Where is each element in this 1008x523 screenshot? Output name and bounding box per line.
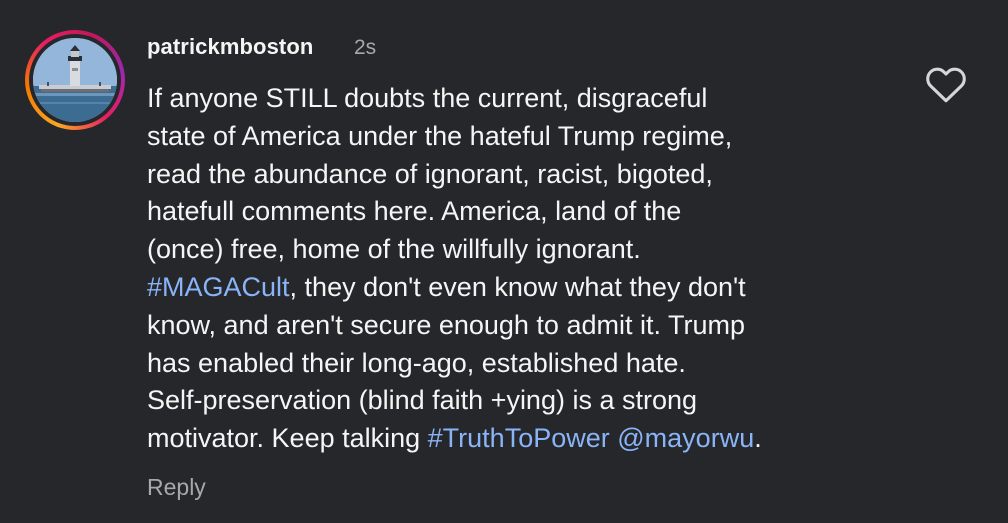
comment-line: motivator. Keep talking #TruthToPower @m…: [147, 420, 887, 458]
avatar-story-ring[interactable]: [25, 30, 125, 130]
comment-line: If anyone STILL doubts the current, disg…: [147, 80, 887, 118]
avatar[interactable]: [33, 38, 117, 122]
mention-link[interactable]: @mayorwu: [617, 423, 754, 453]
comment-text-segment: hatefull comments here. America, land of…: [147, 196, 682, 227]
heart-outline-icon: [926, 67, 966, 103]
comment: patrickmboston 2s If anyone STILL doubts…: [0, 0, 1008, 523]
username[interactable]: patrickmboston: [147, 34, 313, 60]
comment-text-segment: If anyone STILL doubts the current, disg…: [147, 83, 708, 113]
comment-line: (once) free, home of the willfully ignor…: [147, 231, 887, 269]
comment-text-segment: , they don't even know what they don't: [289, 271, 746, 302]
hashtag-link[interactable]: #MAGACult: [147, 272, 290, 302]
comment-text-segment: state of America under the hateful Trump…: [147, 120, 733, 151]
comment-text-segment: .: [754, 423, 762, 454]
reply-button[interactable]: Reply: [147, 474, 206, 501]
like-button[interactable]: [924, 64, 968, 104]
comment-line: Self-preservation (blind faith +ying) is…: [147, 382, 887, 420]
timestamp: 2s: [354, 36, 377, 59]
comment-line: hatefull comments here. America, land of…: [147, 193, 887, 231]
hashtag-link[interactable]: #TruthToPower: [428, 423, 610, 453]
comment-text-segment: has enabled their long-ago, established …: [147, 347, 686, 378]
comment-text: If anyone STILL doubts the current, disg…: [147, 80, 887, 458]
comment-text-segment: motivator. Keep talking: [147, 423, 428, 454]
comment-line: #MAGACult, they don't even know what the…: [147, 269, 887, 307]
lighthouse-photo: [33, 38, 117, 122]
comment-text-segment: (once) free, home of the willfully ignor…: [147, 234, 641, 265]
comment-text-segment: Self-preservation (blind faith +ying) is…: [147, 385, 698, 416]
comment-line: has enabled their long-ago, established …: [147, 345, 887, 383]
comment-line: read the abundance of ignorant, racist, …: [147, 156, 887, 194]
comment-text-segment: read the abundance of ignorant, racist, …: [147, 158, 713, 189]
comment-line: know, and aren't secure enough to admit …: [147, 307, 887, 345]
comment-line: state of America under the hateful Trump…: [147, 118, 887, 156]
comment-text-segment: know, and aren't secure enough to admit …: [147, 309, 745, 340]
